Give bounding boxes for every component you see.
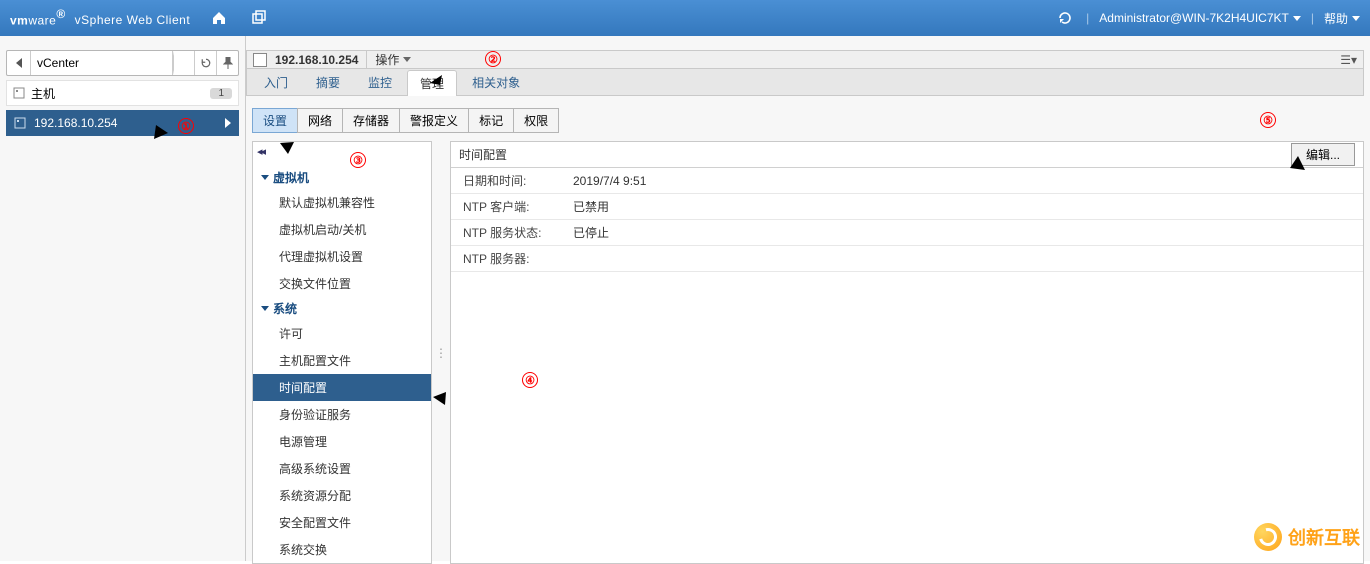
kv-value: 2019/7/4 9:51 xyxy=(573,174,646,188)
tab-related[interactable]: 相关对象 xyxy=(459,69,533,95)
subtab-tags[interactable]: 标记 xyxy=(468,108,514,133)
chevron-right-icon xyxy=(225,118,231,128)
watermark-text: 创新互联 xyxy=(1288,524,1360,550)
primary-tabs: 入门 摘要 监控 管理 相关对象 xyxy=(246,69,1364,96)
nav-sys-security[interactable]: 安全配置文件 xyxy=(253,509,431,536)
kv-key: 日期和时间: xyxy=(463,172,573,189)
pin-button[interactable] xyxy=(216,51,238,75)
breadcrumb-bar: vCenter xyxy=(6,50,239,76)
subtab-permissions[interactable]: 权限 xyxy=(513,108,559,133)
subtab-settings[interactable]: 设置 xyxy=(252,108,298,133)
nav-vm-agent[interactable]: 代理虚拟机设置 xyxy=(253,243,431,270)
breadcrumb-text[interactable]: vCenter xyxy=(31,56,172,70)
refresh-icon[interactable] xyxy=(1054,7,1076,29)
help-menu[interactable]: 帮助 xyxy=(1324,10,1360,27)
kv-row-ntp-client: NTP 客户端: 已禁用 xyxy=(451,194,1363,220)
chevron-left-icon xyxy=(16,58,22,68)
back-button[interactable] xyxy=(7,51,31,75)
hosts-count-badge: 1 xyxy=(210,88,232,99)
secondary-tabs: 设置 网络 存储器 警报定义 标记 权限 xyxy=(252,108,1364,133)
kv-key: NTP 客户端: xyxy=(463,198,573,215)
host-icon xyxy=(14,117,26,129)
navigator-panel: vCenter 主机 1 192.168.10.254 xyxy=(0,36,246,561)
nav-sys-auth[interactable]: 身份验证服务 xyxy=(253,401,431,428)
nav-sys-profile[interactable]: 主机配置文件 xyxy=(253,347,431,374)
kv-value: 已停止 xyxy=(573,224,609,241)
user-label: Administrator@WIN-7K2H4UIC7KT xyxy=(1099,11,1289,25)
watermark: 创新互联 xyxy=(1254,523,1360,551)
nav-group-system-label: 系统 xyxy=(273,300,297,317)
object-bar: 192.168.10.254 操作 ☰▾ xyxy=(246,50,1364,69)
user-menu[interactable]: Administrator@WIN-7K2H4UIC7KT xyxy=(1099,11,1301,25)
separator: | xyxy=(1311,11,1314,25)
home-icon[interactable] xyxy=(208,7,230,29)
separator: | xyxy=(1086,11,1089,25)
help-label: 帮助 xyxy=(1324,10,1348,27)
settings-nav: ◂◂ 虚拟机 默认虚拟机兼容性 虚拟机启动/关机 代理虚拟机设置 交换文件位置 … xyxy=(252,141,432,564)
host-item[interactable]: 192.168.10.254 xyxy=(6,110,239,136)
splitter-handle[interactable]: ⋮ xyxy=(438,141,444,564)
object-title: 192.168.10.254 xyxy=(275,53,358,67)
host-icon xyxy=(253,53,267,67)
kv-key: NTP 服务状态: xyxy=(463,224,573,241)
nav-sys-time[interactable]: 时间配置 xyxy=(253,374,431,401)
banner-right: | Administrator@WIN-7K2H4UIC7KT | 帮助 xyxy=(1036,7,1360,29)
nav-group-system[interactable]: 系统 xyxy=(253,297,431,320)
collapse-icon[interactable]: ◂◂ xyxy=(257,145,264,158)
brand-reg: ® xyxy=(56,7,65,21)
hosts-label: 主机 xyxy=(31,85,55,102)
nav-sys-license[interactable]: 许可 xyxy=(253,320,431,347)
brand-ware: ware xyxy=(28,13,56,27)
brand-vm: vm xyxy=(10,13,28,27)
chevron-down-icon xyxy=(261,175,269,180)
actions-label: 操作 xyxy=(375,51,399,68)
content-panel: 192.168.10.254 操作 ☰▾ 入门 摘要 监控 管理 相关对象 设置… xyxy=(246,36,1370,561)
nav-sys-resource[interactable]: 系统资源分配 xyxy=(253,482,431,509)
nav-group-vm[interactable]: 虚拟机 xyxy=(253,166,431,189)
brand: vmware® vSphere Web Client xyxy=(10,7,190,29)
kv-row-ntp-status: NTP 服务状态: 已停止 xyxy=(451,220,1363,246)
nav-sys-swap[interactable]: 系统交换 xyxy=(253,536,431,563)
host-ip-label: 192.168.10.254 xyxy=(34,116,117,130)
kv-row-ntp-server: NTP 服务器: xyxy=(451,246,1363,272)
top-banner: vmware® vSphere Web Client | Administrat… xyxy=(0,0,1370,36)
tab-manage[interactable]: 管理 xyxy=(407,70,457,96)
panel-menu-icon[interactable]: ☰▾ xyxy=(1340,53,1357,67)
nav-vm-startup[interactable]: 虚拟机启动/关机 xyxy=(253,216,431,243)
brand-client: vSphere Web Client xyxy=(75,13,191,27)
chevron-down-icon xyxy=(1352,16,1360,21)
chevron-down-icon xyxy=(403,57,411,62)
nav-vm-compat[interactable]: 默认虚拟机兼容性 xyxy=(253,189,431,216)
tab-monitor[interactable]: 监控 xyxy=(355,69,405,95)
subtab-network[interactable]: 网络 xyxy=(297,108,343,133)
nav-sys-advanced[interactable]: 高级系统设置 xyxy=(253,455,431,482)
edit-button[interactable]: 编辑... xyxy=(1291,143,1355,166)
detail-title: 时间配置 xyxy=(459,146,507,163)
tab-summary[interactable]: 摘要 xyxy=(303,69,353,95)
nav-group-vm-label: 虚拟机 xyxy=(273,169,309,186)
history-button[interactable] xyxy=(194,51,216,75)
nav-sys-power[interactable]: 电源管理 xyxy=(253,428,431,455)
watermark-logo-icon xyxy=(1254,523,1282,551)
kv-value: 已禁用 xyxy=(573,198,609,215)
subtab-storage[interactable]: 存储器 xyxy=(342,108,400,133)
subtab-alarm[interactable]: 警报定义 xyxy=(399,108,469,133)
chevron-down-icon xyxy=(261,306,269,311)
nav-vm-swap[interactable]: 交换文件位置 xyxy=(253,270,431,297)
actions-menu[interactable]: 操作 xyxy=(366,51,419,68)
forward-button[interactable] xyxy=(172,51,194,75)
detail-header: 时间配置 编辑... xyxy=(451,142,1363,168)
new-window-icon[interactable] xyxy=(248,7,270,29)
detail-pane: 时间配置 编辑... 日期和时间: 2019/7/4 9:51 NTP 客户端:… xyxy=(450,141,1364,564)
chevron-right-icon xyxy=(173,51,194,75)
host-group-icon xyxy=(13,87,25,99)
tab-getting-started[interactable]: 入门 xyxy=(251,69,301,95)
kv-row-datetime: 日期和时间: 2019/7/4 9:51 xyxy=(451,168,1363,194)
kv-key: NTP 服务器: xyxy=(463,250,573,267)
inventory-hosts-row[interactable]: 主机 1 xyxy=(6,80,239,106)
chevron-down-icon xyxy=(1293,16,1301,21)
